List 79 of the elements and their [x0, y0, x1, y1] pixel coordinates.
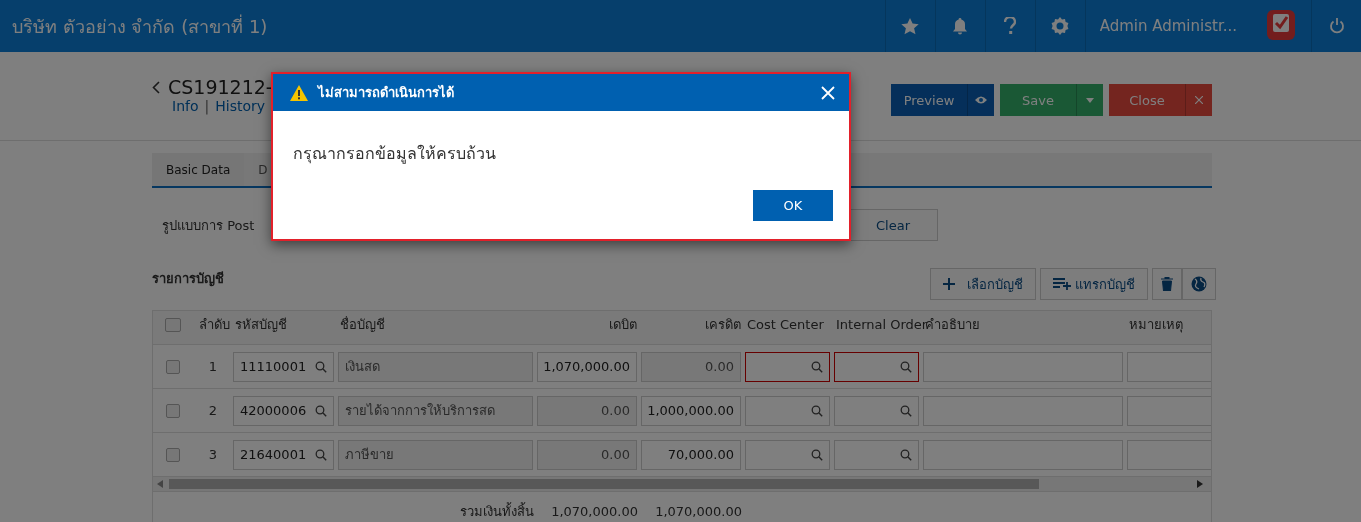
dialog-title: ไม่สามารถดำเนินการได้ [318, 84, 455, 102]
delete-button[interactable] [1152, 268, 1182, 300]
column-header: เดบิต [608, 316, 638, 334]
input-field[interactable]: 1,070,000.00 [537, 351, 637, 382]
row-number: 1 [207, 359, 219, 374]
input-field[interactable]: 1,000,000.00 [641, 395, 741, 426]
settings-icon[interactable] [1051, 17, 1070, 35]
save-option-button[interactable] [1076, 84, 1103, 116]
power-icon[interactable] [1328, 17, 1345, 35]
row-number: 3 [207, 447, 219, 462]
input-field[interactable]: 42000006 [233, 395, 334, 426]
column-header: รหัสบัญชี [234, 316, 288, 334]
company-name: บริษัท ตัวอย่าง จำกัด (สาขาที่ 1) [11, 13, 269, 39]
clear-button[interactable]: Clear [848, 209, 938, 241]
tab-link[interactable]: Info [172, 98, 199, 114]
total-label: รวมเงินทั้งสิ้น [459, 501, 535, 521]
close-icon [1195, 96, 1203, 104]
save-button[interactable]: Save [1000, 84, 1076, 116]
ok-button[interactable]: OK [753, 190, 833, 221]
search-icon[interactable] [900, 404, 912, 417]
checkbox[interactable] [165, 317, 181, 332]
close-button[interactable]: Close [1109, 84, 1185, 116]
star-icon[interactable] [901, 17, 920, 35]
preview-button[interactable]: Preview [891, 84, 967, 116]
back-icon[interactable] [152, 80, 160, 94]
total-debit: 1,070,000.00 [550, 503, 639, 519]
search-icon[interactable] [811, 404, 823, 417]
input-field[interactable]: 11110001 [233, 351, 334, 382]
input-field[interactable]: ภาษีขาย [338, 439, 533, 470]
link-separator: | [204, 98, 210, 114]
list-add-icon [1053, 278, 1073, 290]
input-field[interactable]: เงินสด [338, 351, 533, 382]
user-name[interactable]: Admin Administr... [1084, 0, 1251, 52]
tab-link[interactable]: History [215, 98, 266, 114]
plus-icon [942, 278, 955, 290]
search-icon[interactable] [900, 448, 912, 461]
checkbox[interactable] [166, 359, 180, 374]
checkbox[interactable] [166, 447, 180, 462]
document-title: CS191212- [168, 76, 273, 98]
search-icon[interactable] [315, 404, 327, 417]
close-icon [821, 85, 835, 100]
input-field[interactable] [745, 351, 830, 382]
warning-icon [290, 84, 308, 101]
trash-icon [1161, 277, 1173, 291]
input-field[interactable]: 21640001 [233, 439, 334, 470]
column-header: Cost Center [746, 317, 825, 332]
insert-account-button[interactable]: แทรกบัญชี [1040, 268, 1148, 300]
close-button[interactable] [821, 85, 835, 100]
globe-button[interactable] [1182, 268, 1216, 300]
close-option-button[interactable] [1185, 84, 1212, 116]
dialog-message: กรุณากรอกข้อมูลให้ครบถ้วน [292, 143, 497, 166]
section-title: รายการบัญชี [152, 270, 224, 289]
input-field[interactable] [834, 351, 919, 382]
column-header: หมายเหตุ [1128, 316, 1184, 335]
total-credit: 1,070,000.00 [654, 503, 743, 519]
search-icon[interactable] [315, 448, 327, 461]
scroll-right-icon [1197, 480, 1203, 488]
caret-icon [1086, 97, 1094, 103]
scrollbar-thumb[interactable] [169, 479, 1039, 489]
preview-option-button[interactable] [967, 84, 994, 116]
search-icon[interactable] [900, 360, 912, 373]
row-number: 2 [207, 403, 219, 418]
help-icon[interactable] [1004, 17, 1017, 35]
scroll-left-icon [157, 480, 163, 488]
column-header: เครดิต [704, 316, 742, 334]
eye-icon [975, 96, 987, 104]
field-label: รูปแบบการ Post [162, 216, 255, 236]
input-field[interactable]: 70,000.00 [641, 439, 741, 470]
globe-icon [1191, 276, 1207, 292]
checkbox[interactable] [166, 403, 180, 418]
search-icon[interactable] [811, 448, 823, 461]
column-header: ชื่อบัญชี [339, 315, 386, 334]
input-field[interactable]: รายได้จากการให้บริการสด [338, 395, 533, 426]
search-icon[interactable] [315, 360, 327, 373]
select-account-button[interactable]: เลือกบัญชี [929, 268, 1036, 300]
column-header: ลำดับ [197, 316, 231, 334]
scrollbar[interactable] [153, 477, 1211, 492]
search-icon[interactable] [811, 360, 823, 373]
bell-icon[interactable] [953, 17, 968, 35]
